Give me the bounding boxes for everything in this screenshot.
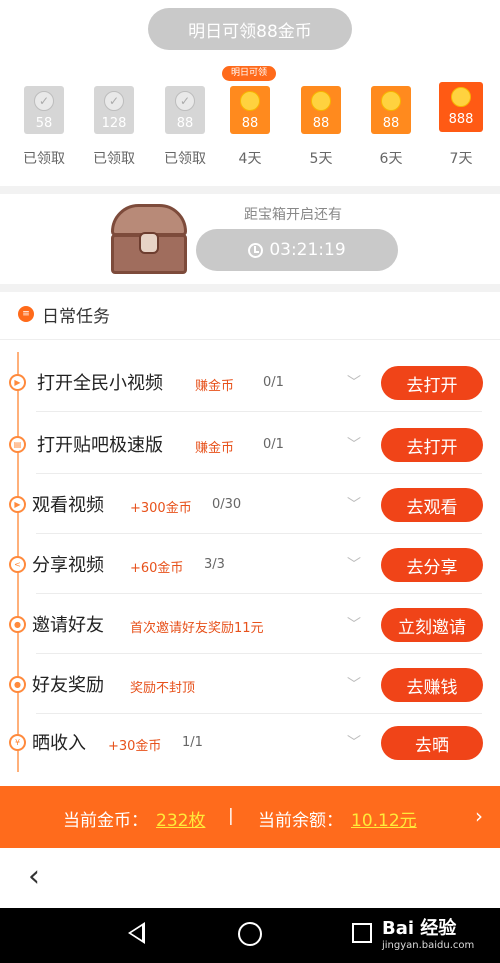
chevron-right-icon[interactable]: › (475, 804, 483, 828)
section-title: 日常任务 (42, 307, 110, 327)
nav-back-icon[interactable] (128, 922, 145, 944)
coin-box: 88 (371, 86, 411, 134)
balance-bar[interactable]: 当前金币： 232枚 | 当前余额： 10.12元 › (0, 786, 500, 848)
chevron-down-icon[interactable]: ﹀ (347, 372, 361, 392)
task-row: ▶ 打开全民小视频 赚金币 0/1 ﹀ 去打开 (0, 352, 500, 412)
bottom-back-bar: ‹ (0, 848, 500, 908)
share-icon: < (9, 556, 26, 573)
open-tieba-button[interactable]: 去打开 (381, 428, 483, 462)
coin-box: ✓ 88 (165, 86, 205, 134)
check-coin-icon: ✓ (34, 91, 54, 111)
tomorrow-tag: 明日可领 (222, 66, 276, 81)
system-nav-bar: Bai 经验 jingyan.baidu.com (0, 908, 500, 963)
nav-home-icon[interactable] (238, 922, 262, 946)
chevron-down-icon[interactable]: ﹀ (347, 494, 361, 514)
task-row: ▶ 观看视频 +300金币 0/30 ﹀ 去观看 (0, 474, 500, 534)
chest-timer-value: 03:21:19 (269, 240, 346, 260)
chevron-down-icon[interactable]: ﹀ (347, 554, 361, 574)
task-row: ▤ 打开贴吧极速版 赚金币 0/1 ﹀ 去打开 (0, 414, 500, 474)
cash-value: 10.12元 (351, 811, 417, 831)
list-icon: ≡ (18, 306, 34, 322)
task-row: ¥ 晒收入 +30金币 1/1 ﹀ 去晒 (0, 712, 500, 772)
coin-box: ✓ 128 (94, 86, 134, 134)
earn-money-button[interactable]: 去赚钱 (381, 668, 483, 702)
yen-icon: ¥ (9, 734, 26, 751)
watch-video-button[interactable]: 去观看 (381, 488, 483, 522)
watermark-url: jingyan.baidu.com (382, 940, 475, 951)
divider-band (0, 284, 500, 292)
task-row: ● 好友奖励 奖励不封顶 ﹀ 去赚钱 (0, 654, 500, 714)
gold-coin-icon (381, 91, 401, 111)
nav-recent-apps-icon[interactable] (352, 923, 372, 943)
show-income-button[interactable]: 去晒 (381, 726, 483, 760)
tomorrow-reward-pill: 明日可领88金币 (148, 8, 352, 50)
checkin-days: ✓ 58 已领取 ✓ 128 已领取 ✓ 88 已领取 明日可领 88 4天 8… (0, 62, 500, 178)
user-icon: ● (9, 616, 26, 633)
gold-coin-icon (311, 91, 331, 111)
cash-label: 当前余额： (258, 811, 343, 831)
task-row: ● 邀请好友 首次邀请好友奖励11元 ﹀ 立刻邀请 (0, 594, 500, 654)
clock-icon (248, 242, 264, 258)
share-video-button[interactable]: 去分享 (381, 548, 483, 582)
daily-tasks-header: ≡ 日常任务 (0, 300, 500, 340)
coin-box: ✓ 58 (24, 86, 64, 134)
invite-friend-button[interactable]: 立刻邀请 (381, 608, 483, 642)
divider-band (0, 186, 500, 194)
baidu-jingyan-watermark: Bai 经验 (382, 918, 457, 939)
check-coin-icon: ✓ (175, 91, 195, 111)
play-icon: ▶ (9, 496, 26, 513)
back-arrow-icon[interactable]: ‹ (28, 862, 40, 892)
chevron-down-icon[interactable]: ﹀ (347, 674, 361, 694)
coin-box: 88 (301, 86, 341, 134)
treasure-chest-icon[interactable] (107, 204, 191, 276)
gold-coin-icon (451, 87, 471, 107)
user-icon: ● (9, 676, 26, 693)
coin-value: 232枚 (156, 811, 206, 831)
video-icon: ▶ (9, 374, 26, 391)
separator: | (228, 806, 234, 826)
gold-coin-icon (240, 91, 260, 111)
chevron-down-icon[interactable]: ﹀ (347, 434, 361, 454)
open-video-app-button[interactable]: 去打开 (381, 366, 483, 400)
task-row: < 分享视频 +60金币 3/3 ﹀ 去分享 (0, 534, 500, 594)
chevron-down-icon[interactable]: ﹀ (347, 732, 361, 752)
app-icon: ▤ (9, 436, 26, 453)
coin-label: 当前金币： (63, 811, 148, 831)
chest-timer: 03:21:19 (196, 229, 398, 271)
coin-box: 88 (230, 86, 270, 134)
chevron-down-icon[interactable]: ﹀ (347, 614, 361, 634)
coin-box: 888 (439, 82, 483, 132)
chest-countdown-label: 距宝箱开启还有 (244, 207, 342, 223)
check-coin-icon: ✓ (104, 91, 124, 111)
